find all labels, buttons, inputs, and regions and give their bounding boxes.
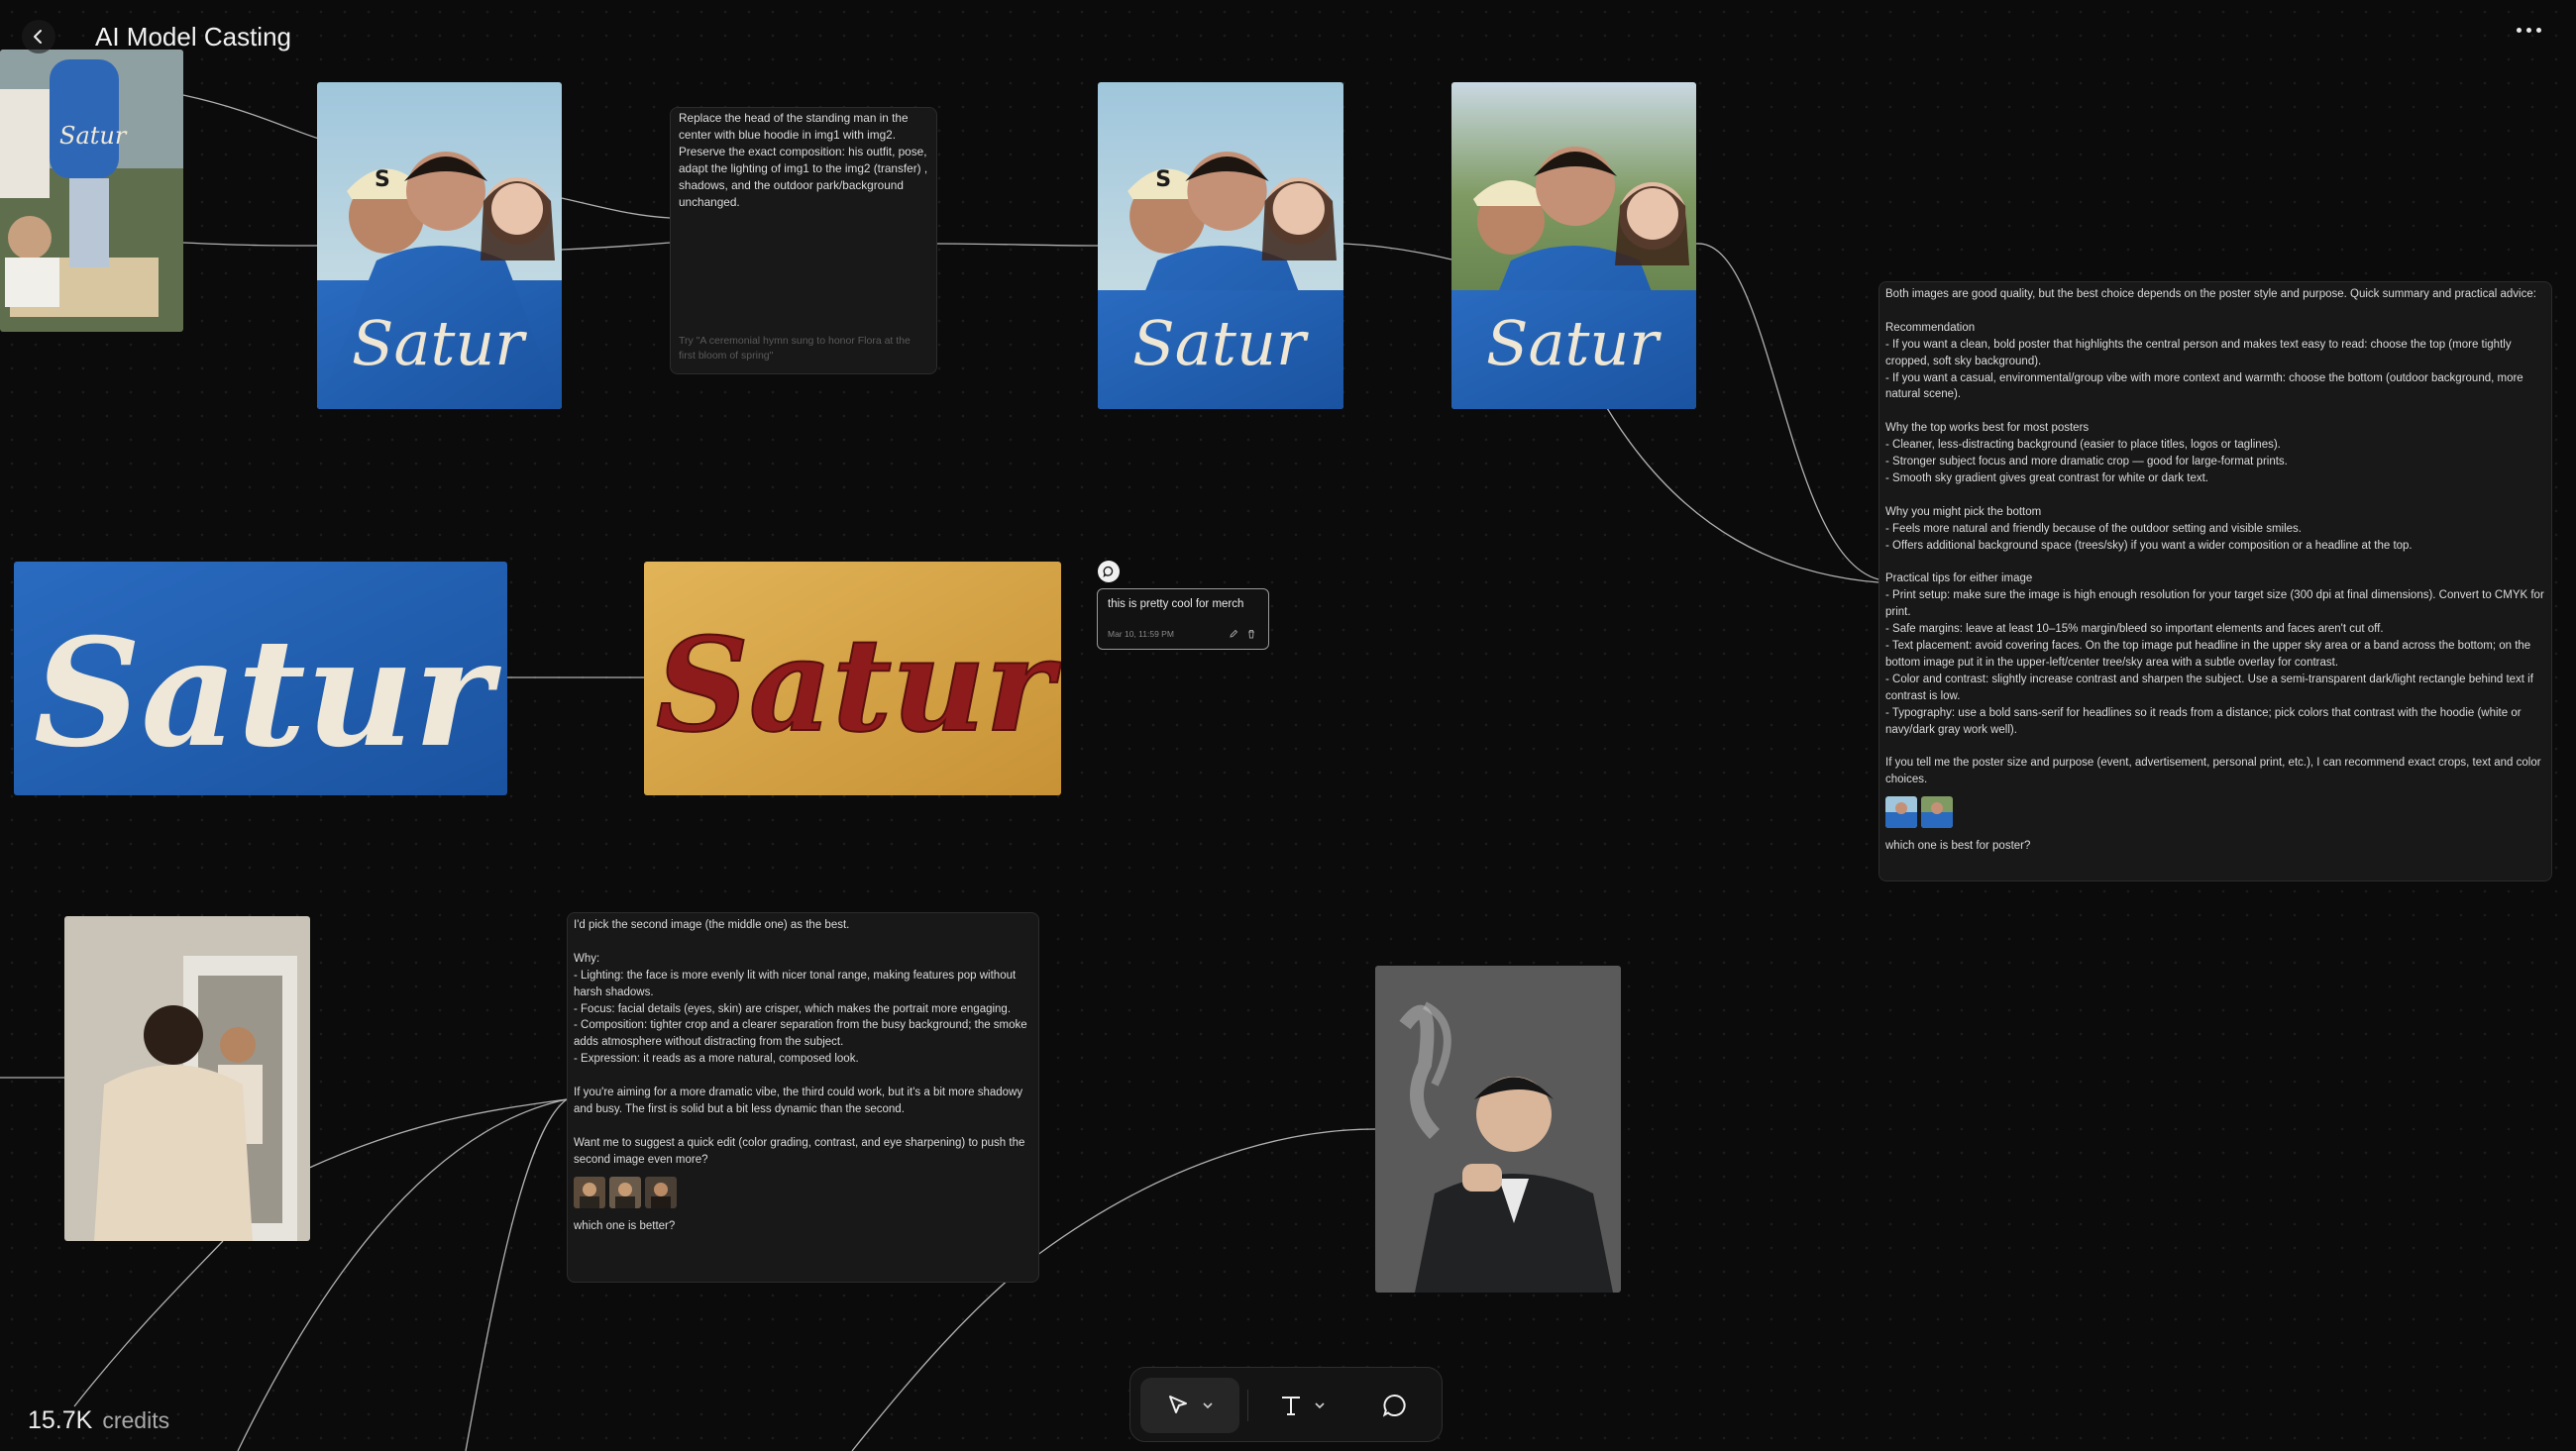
chat-line: - Typography: use a bold sans-serif for … xyxy=(1885,706,2524,736)
svg-text:Satur: Satur xyxy=(34,606,502,780)
svg-text:Satur: Satur xyxy=(59,122,128,150)
chat-response-text: Both images are good quality, but the be… xyxy=(1885,286,2545,788)
attached-thumb[interactable] xyxy=(1885,796,1917,829)
chat-line: - Composition: tighter crop and a cleare… xyxy=(574,1019,1030,1049)
chat-line: Want me to suggest a quick edit (color g… xyxy=(574,1136,1028,1166)
chat-line: - Safe margins: leave at least 10–15% ma… xyxy=(1885,623,2384,636)
chat-response-card-right[interactable]: Both images are good quality, but the be… xyxy=(1878,281,2552,881)
prompt-text: Replace the head of the standing man in … xyxy=(679,111,931,209)
prompt-node[interactable]: Replace the head of the standing man in … xyxy=(670,107,937,374)
chat-line: - Print setup: make sure the image is hi… xyxy=(1885,589,2547,619)
svg-text:Satur: Satur xyxy=(1132,307,1309,379)
chat-line xyxy=(574,934,1032,951)
speech-bubble-icon xyxy=(1382,1395,1406,1417)
chat-line xyxy=(1885,738,2545,755)
chat-response-card-bottom[interactable]: I'd pick the second image (the middle on… xyxy=(567,912,1039,1283)
chat-line: Why you might pick the bottom xyxy=(1885,505,2042,518)
chat-line: - Expression: it reads as a more natural… xyxy=(574,1053,859,1066)
chat-line: - Feels more natural and friendly becaus… xyxy=(1885,522,2302,535)
chat-line: - If you want a clean, bold poster that … xyxy=(1885,338,2515,367)
chat-question: which one is better? xyxy=(574,1219,676,1232)
chat-line: - Cleaner, less-distracting background (… xyxy=(1885,439,2281,452)
trash-icon[interactable] xyxy=(1246,629,1256,639)
chat-line: - Color and contrast: slightly increase … xyxy=(1885,673,2537,702)
pointer-icon xyxy=(1169,1396,1187,1413)
comment-timestamp: Mar 10, 11:59 PM xyxy=(1108,629,1174,639)
chat-line: Why the top works best for most posters xyxy=(1885,422,2090,435)
red-patch-image[interactable]: Satur xyxy=(644,562,1061,795)
chat-line xyxy=(1885,303,2545,320)
mirror-photo-image[interactable] xyxy=(64,916,310,1241)
credits-label: credits xyxy=(102,1407,170,1433)
result-image-1[interactable]: S Satur xyxy=(1098,82,1343,409)
chat-line: Practical tips for either image xyxy=(1885,572,2033,585)
attached-thumb[interactable] xyxy=(609,1176,641,1208)
comment-tool-button[interactable] xyxy=(1360,1378,1430,1433)
more-options-button[interactable] xyxy=(2517,28,2541,33)
svg-text:S: S xyxy=(1155,167,1171,192)
attached-thumb[interactable] xyxy=(574,1176,605,1208)
chat-line xyxy=(1885,403,2545,420)
text-tool-button[interactable] xyxy=(1257,1378,1348,1433)
chat-line: - Text placement: avoid covering faces. … xyxy=(1885,640,2534,669)
attached-images xyxy=(1885,796,2545,829)
select-tool-button[interactable] xyxy=(1140,1378,1239,1433)
chat-line xyxy=(574,1068,1032,1085)
more-horizontal-icon xyxy=(2517,28,2522,33)
chat-line: - Smooth sky gradient gives great contra… xyxy=(1885,471,2208,484)
attached-thumb[interactable] xyxy=(645,1176,677,1208)
group-photo-image[interactable]: Satur xyxy=(0,50,183,332)
chat-line: Recommendation xyxy=(1885,321,1976,334)
svg-text:Satur: Satur xyxy=(656,609,1061,761)
attached-images xyxy=(574,1176,1032,1208)
chevron-left-icon xyxy=(34,30,42,44)
chat-response-text: I'd pick the second image (the middle on… xyxy=(574,917,1032,1169)
chat-line: I'd pick the second image (the middle on… xyxy=(574,919,850,931)
chat-line xyxy=(1885,555,2545,571)
credits-value: 15.7K xyxy=(28,1406,93,1434)
svg-text:Satur: Satur xyxy=(352,307,527,379)
attached-thumb[interactable] xyxy=(1921,796,1953,829)
result-image-2[interactable]: Satur xyxy=(1451,82,1696,409)
chat-line: - Offers additional background space (tr… xyxy=(1885,539,2413,552)
portrait-group-image-1[interactable]: S Satur xyxy=(317,82,562,409)
chevron-down-icon xyxy=(1315,1402,1325,1409)
chat-question: which one is best for poster? xyxy=(1885,840,2031,853)
edit-icon[interactable] xyxy=(1229,629,1238,639)
chat-line xyxy=(574,1118,1032,1135)
comment-text: this is pretty cool for merch xyxy=(1108,598,1244,610)
svg-text:S: S xyxy=(375,167,390,192)
chat-line: If you're aiming for a more dramatic vib… xyxy=(574,1087,1026,1115)
chat-line: If you tell me the poster size and purpo… xyxy=(1885,757,2544,786)
text-tool-icon xyxy=(1282,1397,1300,1415)
bottom-toolbar xyxy=(1129,1367,1443,1442)
speech-bubble-icon xyxy=(1103,566,1114,577)
chevron-down-icon xyxy=(1203,1402,1213,1409)
back-button[interactable] xyxy=(22,20,55,53)
chat-line: Why: xyxy=(574,952,600,965)
chat-line: Both images are good quality, but the be… xyxy=(1885,288,2536,300)
comment-card[interactable]: this is pretty cool for merch Mar 10, 11… xyxy=(1097,588,1269,650)
chat-line: - Stronger subject focus and more dramat… xyxy=(1885,456,2288,468)
blue-patch-image[interactable]: Satur xyxy=(14,562,507,795)
prompt-placeholder: Try "A ceremonial hymn sung to honor Flo… xyxy=(679,335,911,362)
comment-marker[interactable] xyxy=(1098,561,1120,582)
page-title: AI Model Casting xyxy=(95,22,291,52)
smoking-portrait-image[interactable] xyxy=(1375,966,1621,1293)
credits-display: 15.7K credits xyxy=(28,1406,169,1435)
chat-line: - Lighting: the face is more evenly lit … xyxy=(574,969,1020,998)
chat-line: - If you want a casual, environmental/gr… xyxy=(1885,371,2526,401)
svg-text:Satur: Satur xyxy=(1486,307,1662,379)
chat-line xyxy=(1885,487,2545,504)
chat-line: - Focus: facial details (eyes, skin) are… xyxy=(574,1002,1012,1015)
